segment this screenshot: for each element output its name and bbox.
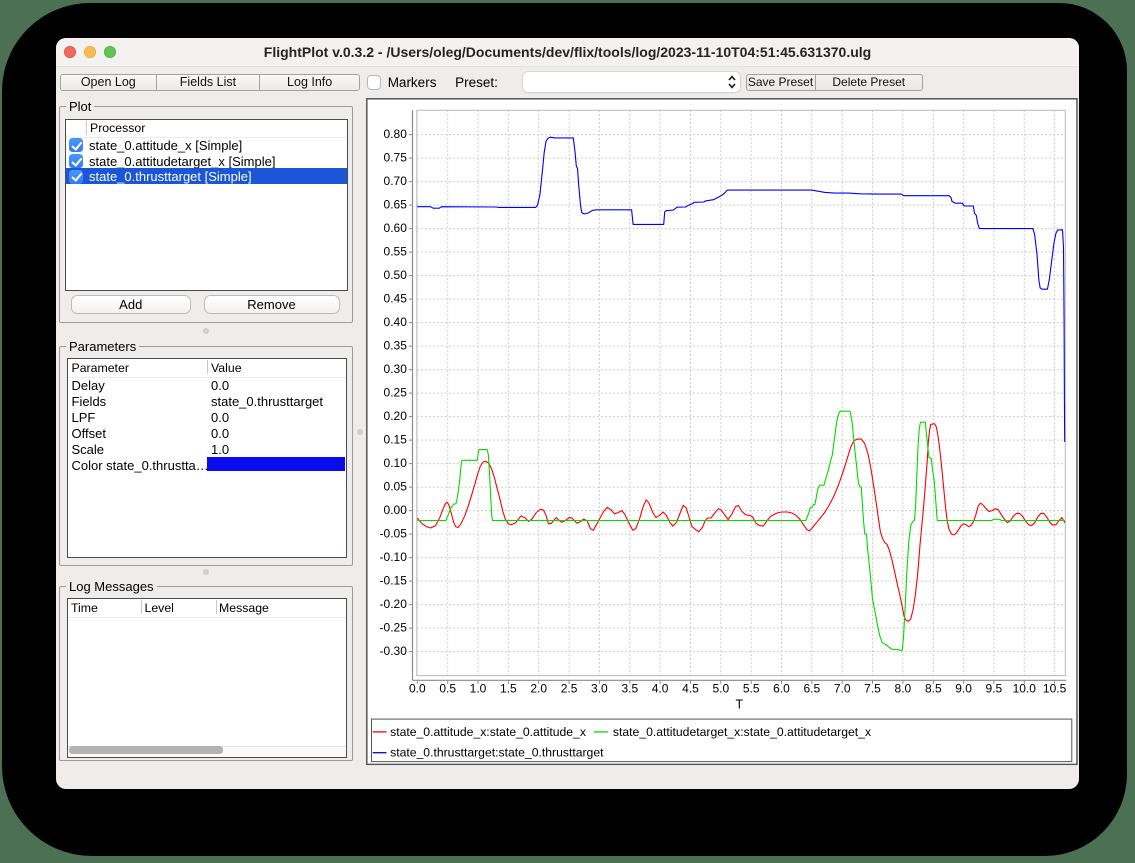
svg-text:6.5: 6.5 bbox=[803, 681, 820, 695]
svg-text:state_0.attitudetarget_x:state: state_0.attitudetarget_x:state_0.attitud… bbox=[613, 725, 871, 739]
svg-text:0.5: 0.5 bbox=[439, 681, 456, 695]
svg-text:3.5: 3.5 bbox=[621, 681, 638, 695]
svg-text:1.0: 1.0 bbox=[469, 681, 486, 695]
svg-text:10.5: 10.5 bbox=[1043, 681, 1067, 695]
svg-text:0.0: 0.0 bbox=[409, 681, 426, 695]
svg-text:6.0: 6.0 bbox=[773, 681, 790, 695]
svg-text:0.60: 0.60 bbox=[383, 221, 407, 235]
svg-text:0.50: 0.50 bbox=[383, 268, 407, 282]
svg-text:0.10: 0.10 bbox=[383, 456, 407, 470]
svg-text:3.0: 3.0 bbox=[591, 681, 608, 695]
svg-text:0.40: 0.40 bbox=[383, 315, 407, 329]
svg-text:T: T bbox=[735, 697, 743, 711]
svg-text:2.5: 2.5 bbox=[560, 681, 577, 695]
svg-text:state_0.thrusttarget:state_0.t: state_0.thrusttarget:state_0.thrusttarge… bbox=[390, 746, 604, 760]
svg-text:4.0: 4.0 bbox=[651, 681, 668, 695]
svg-text:state_0.attitude_x:state_0.att: state_0.attitude_x:state_0.attitude_x bbox=[390, 725, 586, 739]
svg-text:7.0: 7.0 bbox=[834, 681, 851, 695]
svg-text:0.15: 0.15 bbox=[383, 433, 407, 447]
svg-text:-0.10: -0.10 bbox=[379, 550, 407, 564]
svg-text:-0.25: -0.25 bbox=[379, 621, 407, 635]
svg-text:-0.30: -0.30 bbox=[379, 644, 407, 658]
svg-text:0.25: 0.25 bbox=[383, 386, 407, 400]
svg-text:8.0: 8.0 bbox=[894, 681, 911, 695]
svg-text:0.30: 0.30 bbox=[383, 362, 407, 376]
svg-text:9.0: 9.0 bbox=[955, 681, 972, 695]
svg-text:0.70: 0.70 bbox=[383, 174, 407, 188]
svg-text:5.5: 5.5 bbox=[743, 681, 760, 695]
svg-text:10.0: 10.0 bbox=[1012, 681, 1036, 695]
svg-text:-0.05: -0.05 bbox=[379, 527, 407, 541]
svg-text:1.5: 1.5 bbox=[500, 681, 517, 695]
svg-text:4.5: 4.5 bbox=[682, 681, 699, 695]
svg-text:7.5: 7.5 bbox=[864, 681, 881, 695]
svg-text:5.0: 5.0 bbox=[712, 681, 729, 695]
svg-text:0.45: 0.45 bbox=[383, 292, 407, 306]
svg-text:0.75: 0.75 bbox=[383, 151, 407, 165]
svg-text:8.5: 8.5 bbox=[925, 681, 942, 695]
svg-text:0.05: 0.05 bbox=[383, 480, 407, 494]
svg-text:0.65: 0.65 bbox=[383, 198, 407, 212]
svg-text:0.80: 0.80 bbox=[383, 127, 407, 141]
svg-text:0.20: 0.20 bbox=[383, 409, 407, 423]
svg-text:2.0: 2.0 bbox=[530, 681, 547, 695]
svg-text:-0.20: -0.20 bbox=[379, 597, 407, 611]
svg-text:0.00: 0.00 bbox=[383, 503, 407, 517]
svg-text:0.55: 0.55 bbox=[383, 245, 407, 259]
svg-text:0.35: 0.35 bbox=[383, 339, 407, 353]
svg-text:9.5: 9.5 bbox=[985, 681, 1002, 695]
svg-text:-0.15: -0.15 bbox=[379, 574, 407, 588]
